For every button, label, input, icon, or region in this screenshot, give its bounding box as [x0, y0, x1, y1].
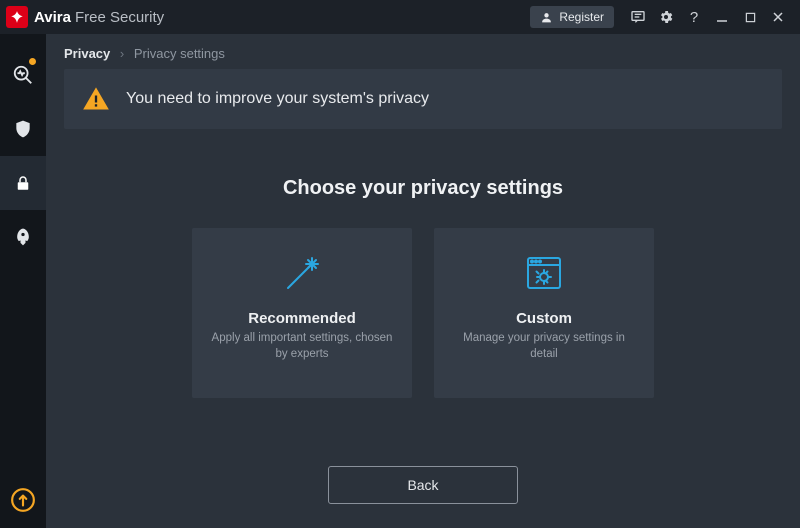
- sidebar-item-performance[interactable]: [0, 210, 46, 264]
- register-label: Register: [559, 10, 604, 24]
- main-content: Privacy › Privacy settings You need to i…: [46, 34, 800, 528]
- browser-gear-icon: [520, 250, 568, 298]
- minimize-button[interactable]: [710, 5, 734, 29]
- rocket-icon: [13, 227, 33, 247]
- page-heading: Choose your privacy settings: [46, 177, 800, 200]
- card-custom[interactable]: Custom Manage your privacy settings in d…: [434, 228, 654, 398]
- feedback-icon[interactable]: [626, 5, 650, 29]
- warning-icon: [82, 85, 110, 113]
- user-icon: [540, 11, 553, 24]
- titlebar: Avira Free Security Register ?: [0, 0, 800, 34]
- sidebar: [0, 34, 46, 528]
- card-recommended[interactable]: Recommended Apply all important settings…: [192, 228, 412, 398]
- notification-dot-icon: [29, 58, 36, 65]
- shield-icon: [13, 119, 33, 139]
- register-button[interactable]: Register: [530, 6, 614, 28]
- card-recommended-title: Recommended: [248, 310, 356, 327]
- sidebar-item-status[interactable]: [0, 48, 46, 102]
- sidebar-item-security[interactable]: [0, 102, 46, 156]
- avira-logo-icon: [6, 6, 28, 28]
- back-label: Back: [407, 477, 438, 493]
- magnifier-pulse-icon: [12, 64, 34, 86]
- chevron-right-icon: ›: [120, 46, 124, 61]
- breadcrumb-leaf: Privacy settings: [134, 46, 225, 61]
- alert-message: You need to improve your system's privac…: [126, 90, 429, 108]
- lock-icon: [14, 174, 32, 192]
- sidebar-item-privacy[interactable]: [0, 156, 46, 210]
- card-custom-title: Custom: [516, 310, 572, 327]
- help-icon[interactable]: ?: [682, 5, 706, 29]
- maximize-button[interactable]: [738, 5, 762, 29]
- brand-name: Avira: [34, 9, 71, 26]
- magic-wand-icon: [278, 250, 326, 298]
- product-name: Free Security: [75, 9, 164, 26]
- upgrade-icon: [10, 487, 36, 513]
- close-button[interactable]: [766, 5, 790, 29]
- breadcrumb: Privacy › Privacy settings: [46, 34, 800, 69]
- card-recommended-desc: Apply all important settings, chosen by …: [206, 331, 398, 362]
- back-button[interactable]: Back: [328, 466, 518, 504]
- option-cards: Recommended Apply all important settings…: [46, 228, 800, 398]
- breadcrumb-root[interactable]: Privacy: [64, 46, 110, 61]
- privacy-alert: You need to improve your system's privac…: [64, 69, 782, 129]
- settings-icon[interactable]: [654, 5, 678, 29]
- sidebar-item-upgrade[interactable]: [5, 482, 41, 518]
- card-custom-desc: Manage your privacy settings in detail: [448, 331, 640, 362]
